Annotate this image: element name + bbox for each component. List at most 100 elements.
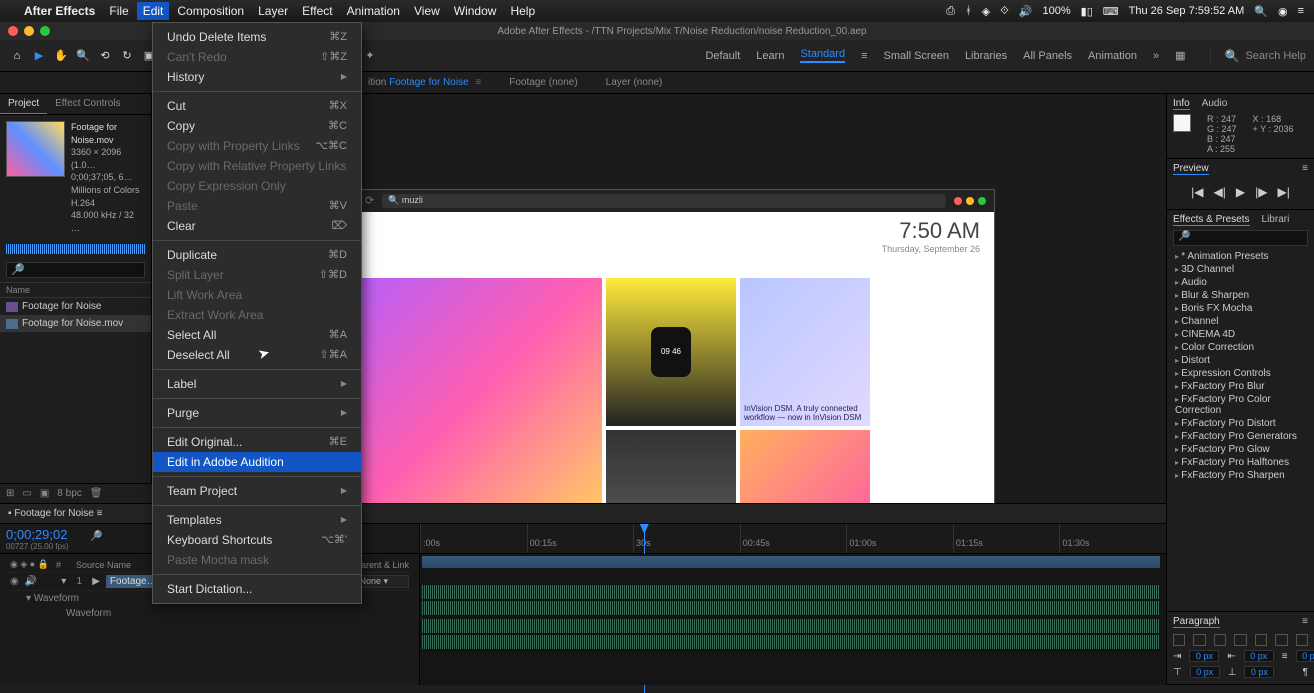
ep-item[interactable]: Distort [1173,354,1308,367]
ep-item[interactable]: * Animation Presets [1173,250,1308,263]
close-window-icon[interactable] [8,26,18,36]
menu-view[interactable]: View [414,4,440,18]
ws-libraries[interactable]: Libraries [965,50,1007,62]
dropbox-icon[interactable]: ◈ [982,5,990,18]
edit-menu-item[interactable]: Copy⌘C [153,116,361,136]
edit-menu-item[interactable]: Purge [153,403,361,423]
clock[interactable]: Thu 26 Sep 7:59:52 AM [1129,5,1245,17]
space-before-input[interactable] [1296,650,1314,662]
ep-item[interactable]: Color Correction [1173,341,1308,354]
breadcrumb-active[interactable]: Footage for Noise [389,77,469,88]
justify-right-icon[interactable] [1275,634,1287,646]
battery-pct[interactable]: 100% [1043,5,1071,17]
edit-menu-item[interactable]: History [153,67,361,87]
comp-breadcrumb[interactable]: ition Footage for Noise ≡ [354,77,495,88]
ep-item[interactable]: FxFactory Pro Generators [1173,430,1308,443]
ep-item[interactable]: FxFactory Pro Glow [1173,443,1308,456]
first-frame-button[interactable]: |◀ [1191,185,1203,199]
justify-center-icon[interactable] [1255,634,1267,646]
snapping-opt2-icon[interactable]: ✦ [365,49,374,62]
orbit-tool-icon[interactable]: ⟲ [96,47,114,65]
search-help-input[interactable]: Search Help [1245,50,1306,62]
audio-tab[interactable]: Audio [1202,98,1228,110]
ep-item[interactable]: Expression Controls [1173,367,1308,380]
first-line-input[interactable] [1190,666,1220,678]
space-after-input[interactable] [1244,666,1274,678]
menu-edit[interactable]: Edit [137,2,170,20]
ep-item[interactable]: Channel [1173,315,1308,328]
footage-thumbnail[interactable] [6,121,65,177]
trash-icon[interactable]: 🗑 [90,488,103,499]
panel-menu-icon[interactable]: ≡ [1302,163,1308,175]
ep-item[interactable]: FxFactory Pro Color Correction [1173,393,1308,417]
project-item-comp[interactable]: Footage for Noise [0,298,151,315]
layer-tab[interactable]: Layer (none) [592,77,677,88]
effects-search-input[interactable]: 🔎 [1173,230,1308,246]
interpret-icon[interactable]: ⊞ [6,488,14,499]
selection-tool-icon[interactable]: ▶ [30,47,48,65]
ws-menu-icon[interactable]: ≡ [861,50,867,62]
battery-icon[interactable]: ▮▯ [1081,5,1093,18]
spotlight-icon[interactable]: 🔍 [1254,5,1268,18]
ws-grid-icon[interactable]: ▦ [1175,49,1185,62]
justify-all-icon[interactable] [1296,634,1308,646]
col-source[interactable]: Source Name [76,560,131,570]
ws-standard[interactable]: Standard [800,48,845,63]
home-icon[interactable]: ⌂ [8,47,26,65]
timeline-tab[interactable]: ▪ Footage for Noise ≡ [8,508,102,519]
panel-menu-icon[interactable]: ≡ [475,77,481,88]
last-frame-button[interactable]: ▶| [1277,185,1289,199]
layer-bar[interactable] [422,556,1160,568]
bluetooth-icon[interactable]: ᚼ [965,5,972,17]
edit-menu-item[interactable]: Duplicate⌘D [153,245,361,265]
ws-overflow-icon[interactable]: » [1153,50,1159,62]
app-name[interactable]: After Effects [24,4,95,18]
indent-left-input[interactable] [1189,650,1219,662]
ws-all-panels[interactable]: All Panels [1023,50,1072,62]
edit-menu-item[interactable]: Cut⌘X [153,96,361,116]
timeline-search-icon[interactable]: 🔎 [90,531,102,542]
effect-controls-tab[interactable]: Effect Controls [47,94,128,114]
ep-item[interactable]: FxFactory Pro Halftones [1173,456,1308,469]
edit-menu-item[interactable]: Keyboard Shortcuts⌥⌘' [153,530,361,550]
twirl-icon[interactable]: ▾ [61,576,66,587]
align-left-icon[interactable] [1173,634,1185,646]
edit-menu-item[interactable]: Edit in Adobe Audition [153,452,361,472]
edit-menu-item[interactable]: Clear⌦ [153,216,361,236]
ep-item[interactable]: 3D Channel [1173,263,1308,276]
project-search-input[interactable]: 🔎 [6,262,145,278]
timeline-ruler[interactable]: :00s 00:15s 30s 00:45s 01:00s 01:15s 01:… [420,524,1166,553]
zoom-tool-icon[interactable]: 🔍 [74,47,92,65]
folder-icon[interactable]: ▭ [22,488,31,499]
footage-tab[interactable]: Footage (none) [495,77,591,88]
col-num[interactable]: # [56,560,70,570]
ws-small-screen[interactable]: Small Screen [884,50,949,62]
menu-window[interactable]: Window [454,4,497,18]
ws-animation[interactable]: Animation [1088,50,1137,62]
align-center-icon[interactable] [1193,634,1205,646]
menu-composition[interactable]: Composition [177,4,244,18]
edit-menu-item[interactable]: Select All⌘A [153,325,361,345]
next-frame-button[interactable]: |▶ [1255,185,1267,199]
new-comp-icon[interactable]: ▣ [40,488,49,499]
effects-presets-tab[interactable]: Effects & Presets [1173,214,1250,226]
project-tab[interactable]: Project [0,94,47,114]
col-parent[interactable]: Parent & Link [355,560,409,570]
paragraph-tab[interactable]: Paragraph [1173,616,1220,628]
ep-item[interactable]: Boris FX Mocha [1173,302,1308,315]
ep-item[interactable]: Audio [1173,276,1308,289]
play-button[interactable]: ▶ [1236,185,1245,199]
edit-menu-item[interactable]: Undo Delete Items⌘Z [153,27,361,47]
indent-right-input[interactable] [1244,650,1274,662]
hand-tool-icon[interactable]: ✋ [52,47,70,65]
justify-left-icon[interactable] [1234,634,1246,646]
wifi-icon[interactable]: ⟐ [1000,5,1009,18]
ep-item[interactable]: FxFactory Pro Distort [1173,417,1308,430]
siri-icon[interactable]: ◉ [1278,5,1288,18]
edit-menu-item[interactable]: Templates [153,510,361,530]
traffic-lights[interactable] [8,26,50,36]
color-depth-button[interactable]: 8 bpc [57,488,81,499]
info-tab[interactable]: Info [1173,98,1190,110]
preview-tab[interactable]: Preview [1173,163,1209,175]
audio-toggle[interactable]: 🔊 [25,576,37,587]
